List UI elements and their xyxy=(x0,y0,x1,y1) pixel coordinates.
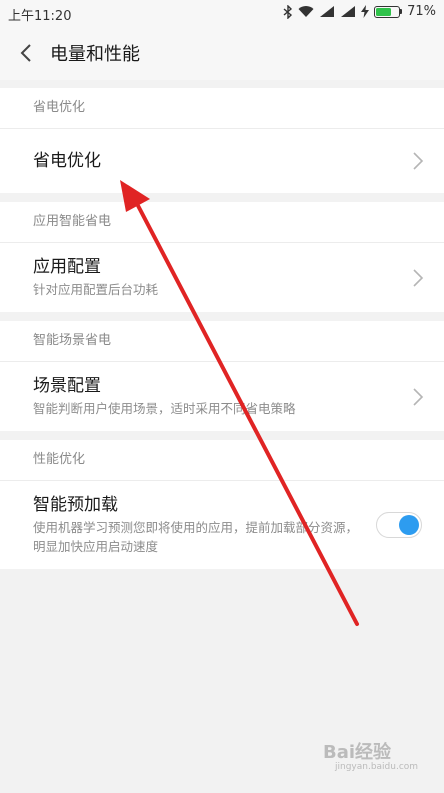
item-description: 针对应用配置后台功耗 xyxy=(33,282,159,297)
bluetooth-icon xyxy=(283,4,293,19)
battery-percent: 71% xyxy=(407,4,436,19)
back-button[interactable] xyxy=(0,26,52,80)
item-description: 智能判断用户使用场景，适时采用不同省电策略 xyxy=(33,401,296,416)
status-bar: 上午11:20 71% xyxy=(0,0,444,26)
section-header: 应用智能省电 xyxy=(0,202,444,243)
settings-list: 省电优化 省电优化 应用智能省电 应用配置 针对应用配置后台功耗 智能场景省电 … xyxy=(0,88,444,578)
scene-config-item[interactable]: 场景配置 智能判断用户使用场景，适时采用不同省电策略 xyxy=(0,362,444,431)
item-description: 使用机器学习预测您即将使用的应用，提前加载部分资源，明显加快应用启动速度 xyxy=(33,520,359,554)
item-label: 应用配置 xyxy=(33,257,101,277)
item-label: 智能预加载 xyxy=(33,495,118,515)
battery-icon xyxy=(374,5,403,18)
chevron-right-icon xyxy=(413,268,424,287)
section-scene-saving: 智能场景省电 场景配置 智能判断用户使用场景，适时采用不同省电策略 xyxy=(0,321,444,431)
smart-preload-item: 智能预加载 使用机器学习预测您即将使用的应用，提前加载部分资源，明显加快应用启动… xyxy=(0,481,444,569)
charging-icon xyxy=(361,5,370,18)
watermark-url: jingyan.baidu.com xyxy=(335,762,419,772)
toggle-knob xyxy=(399,515,419,535)
smart-preload-toggle[interactable] xyxy=(376,512,422,538)
section-header: 省电优化 xyxy=(0,88,444,129)
section-app-smart-saving: 应用智能省电 应用配置 针对应用配置后台功耗 xyxy=(0,202,444,312)
battery-level-fill xyxy=(376,7,392,16)
chevron-right-icon xyxy=(413,152,424,170)
section-performance: 性能优化 智能预加载 使用机器学习预测您即将使用的应用，提前加载部分资源，明显加… xyxy=(0,440,444,569)
power-saving-optimization-item[interactable]: 省电优化 xyxy=(0,129,444,193)
status-time: 上午11:20 xyxy=(8,9,72,24)
signal-icon xyxy=(341,6,356,17)
page-title: 电量和性能 xyxy=(50,44,140,65)
status-icons: 71% xyxy=(283,4,436,19)
section-header: 性能优化 xyxy=(0,440,444,481)
watermark-logo: Bai经验 xyxy=(323,742,392,763)
signal-icon xyxy=(320,6,335,17)
item-label: 场景配置 xyxy=(33,376,101,396)
app-config-item[interactable]: 应用配置 针对应用配置后台功耗 xyxy=(0,243,444,312)
section-header: 智能场景省电 xyxy=(0,321,444,362)
app-bar: 电量和性能 xyxy=(0,26,444,80)
chevron-left-icon xyxy=(20,44,31,62)
chevron-right-icon xyxy=(413,387,424,406)
section-power-saving: 省电优化 省电优化 xyxy=(0,88,444,193)
item-label: 省电优化 xyxy=(33,151,101,171)
wifi-icon xyxy=(298,6,314,18)
